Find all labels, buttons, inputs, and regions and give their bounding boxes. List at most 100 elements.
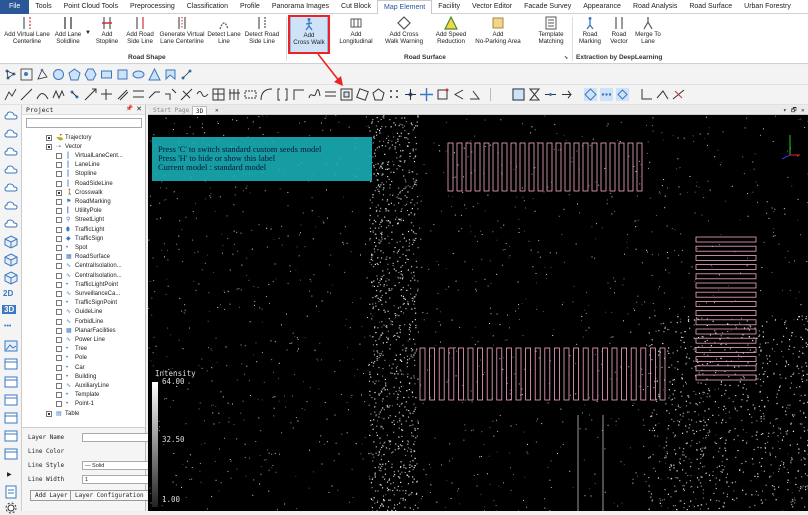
dotted-grid-icon[interactable] bbox=[388, 88, 401, 101]
tree-item[interactable]: •Spot bbox=[56, 243, 87, 252]
tree-item[interactable]: 🚶Crosswalk bbox=[56, 188, 103, 197]
view-2d-button[interactable]: 2D bbox=[3, 289, 13, 298]
tree-checkbox[interactable] bbox=[56, 319, 62, 325]
pentagon-outline-icon[interactable] bbox=[372, 88, 385, 101]
zigzag-icon[interactable] bbox=[52, 88, 65, 101]
tree-checkbox[interactable] bbox=[56, 401, 62, 407]
tree-checkbox[interactable] bbox=[56, 263, 62, 269]
tree-checkbox[interactable] bbox=[56, 383, 62, 389]
add-cross-walk-warning-button[interactable]: Add Cross Walk Warning bbox=[382, 16, 426, 54]
tree-item[interactable]: •Building bbox=[56, 372, 96, 381]
tab-start-page[interactable]: Start Page bbox=[150, 106, 192, 115]
add-road-side-line-button[interactable]: Add Road Side Line bbox=[122, 16, 158, 54]
view-panel-icon[interactable] bbox=[4, 357, 18, 371]
tree-item[interactable]: •Point-1 bbox=[56, 400, 94, 409]
document-icon[interactable] bbox=[4, 485, 18, 499]
tree-checkbox[interactable] bbox=[56, 171, 62, 177]
split-line-icon[interactable] bbox=[100, 88, 113, 101]
tree-item[interactable]: •Tree bbox=[56, 345, 87, 354]
tree-checkbox[interactable] bbox=[56, 365, 62, 371]
node-line-icon[interactable] bbox=[68, 88, 81, 101]
menu-appearance[interactable]: Appearance bbox=[577, 0, 627, 14]
view-panel-icon[interactable] bbox=[4, 447, 18, 461]
cloud-icon[interactable] bbox=[4, 145, 18, 159]
tree-item[interactable]: ∿AuxiliaryLine bbox=[56, 381, 109, 390]
tree-checkbox[interactable] bbox=[56, 282, 62, 288]
tree-item[interactable]: ║Stopline bbox=[56, 170, 97, 179]
tree-item[interactable]: ∿GuideLine bbox=[56, 308, 102, 317]
cloud-icon[interactable] bbox=[4, 217, 18, 231]
menu-facility[interactable]: Facility bbox=[432, 0, 466, 14]
arc-line-icon[interactable] bbox=[260, 88, 273, 101]
hexagon-icon[interactable] bbox=[84, 68, 97, 81]
menu-cut-block[interactable]: Cut Block bbox=[335, 0, 377, 14]
tree-item[interactable]: •Template bbox=[56, 391, 99, 400]
polygon-icon[interactable] bbox=[164, 68, 177, 81]
tree-checkbox[interactable] bbox=[56, 300, 62, 306]
cloud-icon[interactable] bbox=[4, 163, 18, 177]
tree-item[interactable]: ⬮TrafficLight bbox=[56, 225, 104, 234]
cloud-icon[interactable] bbox=[4, 181, 18, 195]
road-marking-button[interactable]: Road Marking bbox=[576, 16, 604, 54]
box-select-icon[interactable] bbox=[512, 88, 525, 101]
tree-item[interactable]: ⚲StreetLight bbox=[56, 216, 104, 225]
cloud-icon[interactable] bbox=[4, 127, 18, 141]
gear-icon[interactable] bbox=[4, 501, 18, 515]
tree-item[interactable]: •TrafficSignPoint bbox=[56, 299, 117, 308]
extend-line-icon[interactable] bbox=[148, 88, 161, 101]
cube-icon[interactable] bbox=[4, 271, 18, 285]
polyline-icon[interactable] bbox=[4, 88, 17, 101]
curve-icon[interactable] bbox=[36, 88, 49, 101]
wave-line-icon[interactable] bbox=[196, 88, 209, 101]
tree-item[interactable]: ▦RoadSurface bbox=[56, 253, 110, 262]
cloud-icon[interactable] bbox=[4, 199, 18, 213]
tree-checkbox[interactable] bbox=[56, 217, 62, 223]
line-icon[interactable] bbox=[20, 88, 33, 101]
ellipse-icon[interactable] bbox=[132, 68, 145, 81]
tree-item[interactable]: ◆TrafficSign bbox=[56, 234, 103, 243]
add-longitudinal-button[interactable]: Add Longitudinal bbox=[334, 16, 378, 54]
view-3d-button[interactable]: 3D bbox=[2, 305, 16, 314]
tree-checkbox[interactable] bbox=[56, 337, 62, 343]
rectangle-icon[interactable] bbox=[100, 68, 113, 81]
add-lane-solidline-button[interactable]: Add Lane Solidline bbox=[52, 16, 84, 54]
corner-line-icon[interactable] bbox=[292, 88, 305, 101]
tree-item[interactable]: ▦PlanarFacilities bbox=[56, 326, 116, 335]
tree-checkbox[interactable] bbox=[56, 153, 62, 159]
close-icon[interactable]: ✕ bbox=[798, 106, 808, 115]
corner-icon[interactable] bbox=[640, 88, 653, 101]
grid-icon[interactable] bbox=[212, 88, 225, 101]
view-panel-icon[interactable] bbox=[4, 393, 18, 407]
tree-checkbox[interactable] bbox=[56, 181, 62, 187]
tree-checkbox[interactable] bbox=[46, 135, 52, 141]
bracket-icon[interactable] bbox=[276, 88, 289, 101]
expand-arrow-icon[interactable]: ▶ bbox=[7, 471, 12, 478]
menu-classification[interactable]: Classification bbox=[181, 0, 234, 14]
menu-point-cloud-tools[interactable]: Point Cloud Tools bbox=[58, 0, 124, 14]
tree-item[interactable]: ⚑RoadMarking bbox=[56, 197, 111, 206]
tree-item[interactable]: ▤Table bbox=[46, 409, 79, 418]
tree-item[interactable]: •Pole bbox=[56, 354, 87, 363]
add-no-parking-area-button[interactable]: Add No-Parking Area bbox=[474, 16, 522, 54]
dots-select-icon[interactable] bbox=[600, 88, 613, 101]
road-vector-button[interactable]: Road Vector bbox=[606, 16, 632, 54]
tree-item[interactable]: ║VirtualLaneCent... bbox=[56, 151, 123, 160]
menu-preprocessing[interactable]: Preprocessing bbox=[124, 0, 181, 14]
template-matching-button[interactable]: Template Matching bbox=[534, 16, 568, 54]
add-layer-button[interactable]: Add Layer bbox=[30, 490, 73, 501]
menu-tools[interactable]: Tools bbox=[29, 0, 57, 14]
tree-checkbox[interactable] bbox=[56, 208, 62, 214]
cube-icon[interactable] bbox=[4, 253, 18, 267]
menu-panorama-images[interactable]: Panorama Images bbox=[266, 0, 335, 14]
tree-checkbox[interactable] bbox=[56, 245, 62, 251]
add-stopline-button[interactable]: Add Stopline bbox=[94, 16, 120, 54]
network-tool-icon[interactable] bbox=[4, 68, 17, 81]
tree-checkbox[interactable] bbox=[56, 162, 62, 168]
menu-map-element[interactable]: Map Element bbox=[377, 0, 432, 14]
join-line-icon[interactable] bbox=[164, 88, 177, 101]
node-select-icon[interactable] bbox=[20, 68, 33, 81]
menu-road-analysis[interactable]: Road Analysis bbox=[627, 0, 683, 14]
line-node-icon[interactable] bbox=[544, 88, 557, 101]
view-panel-icon[interactable] bbox=[4, 429, 18, 443]
tree-checkbox[interactable] bbox=[56, 328, 62, 334]
